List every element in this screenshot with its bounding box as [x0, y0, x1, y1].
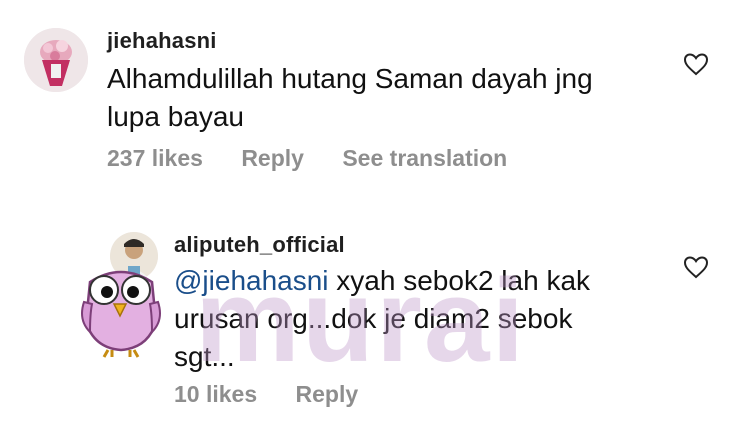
- comment-text-line: Alhamdulillah hutang Saman dayah jng: [107, 63, 593, 94]
- person-avatar-icon: [110, 232, 158, 280]
- bouquet-avatar-icon: [24, 28, 88, 92]
- avatar[interactable]: [110, 232, 158, 280]
- comment-meta: 237 likes Reply See translation: [107, 145, 539, 172]
- comment-username[interactable]: jiehahasni: [107, 28, 217, 54]
- see-translation-button[interactable]: See translation: [342, 145, 507, 171]
- comment-text-line: lupa bayau: [107, 101, 245, 132]
- comment-text: Alhamdulillah hutang Saman dayah jng lup…: [107, 60, 593, 136]
- heart-outline-icon[interactable]: [683, 52, 709, 76]
- avatar[interactable]: [24, 28, 88, 92]
- reply-button[interactable]: Reply: [241, 145, 304, 171]
- heart-outline-icon[interactable]: [683, 255, 709, 279]
- likes-count[interactable]: 237 likes: [107, 145, 203, 171]
- watermark-text: murai: [195, 255, 527, 387]
